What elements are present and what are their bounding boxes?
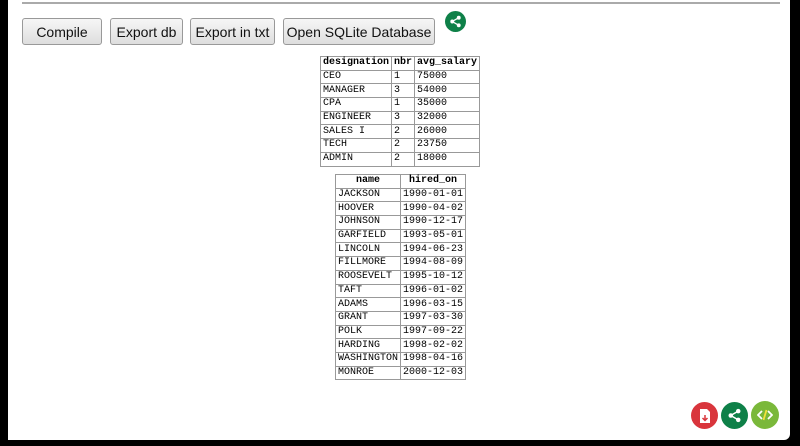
table-cell: 1998-02-02 bbox=[400, 338, 467, 353]
compile-button[interactable]: Compile bbox=[22, 18, 102, 45]
table-cell: TAFT bbox=[334, 283, 402, 299]
table-row: POLK 1997-09-22 bbox=[334, 324, 467, 340]
table-cell: 18000 bbox=[414, 151, 481, 167]
table-row: GARFIELD 1993-05-01 bbox=[334, 228, 467, 244]
table-cell: 26000 bbox=[414, 124, 481, 140]
share-icon[interactable] bbox=[445, 11, 466, 32]
table-row: GRANT 1997-03-30 bbox=[334, 310, 467, 326]
table-cell: ADAMS bbox=[334, 297, 402, 312]
export-txt-button[interactable]: Export in txt bbox=[190, 18, 275, 45]
table-row: ADAMS 1996-03-15 bbox=[334, 297, 467, 312]
header-row: designation nbr avg_salary bbox=[319, 56, 481, 71]
table-cell: 1 bbox=[391, 97, 416, 112]
table-row: FILLMORE 1994-08-09 bbox=[334, 256, 467, 271]
table-row: JACKSON 1990-01-01 bbox=[334, 187, 467, 203]
table-row: TAFT 1996-01-02 bbox=[334, 283, 467, 299]
column-header: name bbox=[334, 174, 402, 189]
table-cell: SALES I bbox=[319, 124, 393, 140]
table-cell: 1993-05-01 bbox=[400, 228, 467, 244]
column-header: designation bbox=[319, 56, 393, 71]
table-cell: 1994-06-23 bbox=[400, 242, 467, 258]
table-cell: TECH bbox=[319, 138, 393, 153]
table-cell: 54000 bbox=[414, 83, 481, 99]
table-row: MANAGER 3 54000 bbox=[319, 83, 481, 99]
pdf-download-icon[interactable] bbox=[691, 402, 718, 429]
table-cell: 3 bbox=[391, 110, 416, 126]
table-cell: 1997-03-30 bbox=[400, 310, 467, 326]
table-cell: JACKSON bbox=[334, 187, 402, 203]
export-db-button[interactable]: Export db bbox=[110, 18, 183, 45]
table-cell: 23750 bbox=[414, 138, 481, 153]
table-cell: 2 bbox=[391, 151, 416, 167]
table-cell: LINCOLN bbox=[334, 242, 402, 258]
table-row: HARDING 1998-02-02 bbox=[334, 338, 467, 353]
table-cell: CPA bbox=[319, 97, 393, 112]
table-cell: 75000 bbox=[414, 69, 481, 85]
table-row: CEO 1 75000 bbox=[319, 69, 481, 85]
main-panel: Compile Export db Export in txt Open SQL… bbox=[8, 0, 790, 440]
table-cell: 1990-12-17 bbox=[400, 215, 467, 230]
table-cell: 1996-03-15 bbox=[400, 297, 467, 312]
table-cell: 1990-04-02 bbox=[400, 201, 467, 217]
table-cell: 2 bbox=[391, 124, 416, 140]
table-cell: ENGINEER bbox=[319, 110, 393, 126]
table-cell: MONROE bbox=[334, 365, 402, 381]
share-icon[interactable] bbox=[721, 402, 748, 429]
table-cell: CEO bbox=[319, 69, 393, 85]
table-row: WASHINGTON 1998-04-16 bbox=[334, 351, 467, 367]
divider bbox=[22, 2, 780, 4]
embed-code-icon[interactable] bbox=[751, 401, 779, 429]
table-row: ADMIN 2 18000 bbox=[319, 151, 481, 167]
table-row: MONROE 2000-12-03 bbox=[334, 365, 467, 381]
column-header: avg_salary bbox=[414, 56, 481, 71]
table-row: TECH 2 23750 bbox=[319, 138, 481, 153]
table-cell: POLK bbox=[334, 324, 402, 340]
header-row: name hired_on bbox=[334, 174, 467, 189]
table-cell: 1 bbox=[391, 69, 416, 85]
table-cell: HOOVER bbox=[334, 201, 402, 217]
table-cell: 35000 bbox=[414, 97, 481, 112]
table-row: SALES I 2 26000 bbox=[319, 124, 481, 140]
query-result-table-1: designation nbr avg_salary CEO 1 75000 MANAGER… bbox=[319, 56, 481, 167]
table-cell: FILLMORE bbox=[334, 256, 402, 271]
table-row: ROOSEVELT 1995-10-12 bbox=[334, 269, 467, 285]
column-header: hired_on bbox=[400, 174, 467, 189]
table-cell: 1997-09-22 bbox=[400, 324, 467, 340]
table-cell: 1996-01-02 bbox=[400, 283, 467, 299]
table-cell: GRANT bbox=[334, 310, 402, 326]
table-cell: 2000-12-03 bbox=[400, 365, 467, 381]
table-cell: ROOSEVELT bbox=[334, 269, 402, 285]
table-cell: 1994-08-09 bbox=[400, 256, 467, 271]
table-cell: 1998-04-16 bbox=[400, 351, 467, 367]
table-cell: MANAGER bbox=[319, 83, 393, 99]
table-row: HOOVER 1990-04-02 bbox=[334, 201, 467, 217]
table-cell: GARFIELD bbox=[334, 228, 402, 244]
column-header: nbr bbox=[391, 56, 416, 71]
table-cell: 1995-10-12 bbox=[400, 269, 467, 285]
table-cell: JOHNSON bbox=[334, 215, 402, 230]
table-cell: ADMIN bbox=[319, 151, 393, 167]
table-cell: 3 bbox=[391, 83, 416, 99]
table-cell: 2 bbox=[391, 138, 416, 153]
table-row: CPA 1 35000 bbox=[319, 97, 481, 112]
table-row: JOHNSON 1990-12-17 bbox=[334, 215, 467, 230]
table-cell: 1990-01-01 bbox=[400, 187, 467, 203]
table-cell: 32000 bbox=[414, 110, 481, 126]
query-result-table-2: name hired_on JACKSON 1990-01-01 HOOVER 1990-… bbox=[334, 174, 467, 381]
table-cell: WASHINGTON bbox=[334, 351, 402, 367]
table-cell: HARDING bbox=[334, 338, 402, 353]
table-row: ENGINEER 3 32000 bbox=[319, 110, 481, 126]
open-sqlite-button[interactable]: Open SQLite Database bbox=[283, 18, 435, 45]
table-row: LINCOLN 1994-06-23 bbox=[334, 242, 467, 258]
